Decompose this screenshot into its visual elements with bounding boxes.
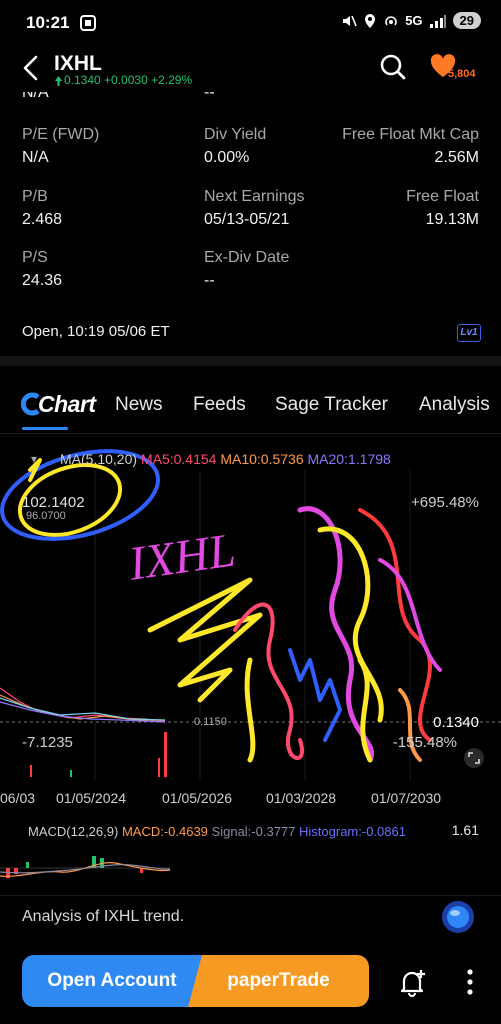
ai-assistant-icon[interactable] bbox=[441, 900, 475, 934]
ma-expand-icon[interactable]: ▾ bbox=[31, 452, 37, 466]
open-account-button[interactable]: Open Account bbox=[22, 955, 202, 1007]
signal-icon bbox=[429, 14, 446, 28]
macd-divider bbox=[0, 895, 501, 896]
div-yield-value: 0.00% bbox=[204, 149, 250, 166]
paper-trade-button[interactable]: paperTrade bbox=[188, 955, 369, 1007]
price-lines bbox=[0, 687, 166, 723]
analysis-prompt[interactable]: Analysis of IXHL trend. bbox=[22, 908, 184, 926]
ma-legend: MA(5,10,20) MA5:0.4154 MA10:0.5736 MA20:… bbox=[60, 451, 391, 467]
status-bar: 10:21 5G 29 bbox=[0, 0, 501, 44]
search-icon[interactable] bbox=[379, 53, 407, 81]
ma10-value: MA10:0.5736 bbox=[220, 451, 304, 467]
partial-mid-value: -- bbox=[204, 92, 215, 101]
div-yield-label: Div Yield bbox=[204, 126, 267, 143]
pe-label: P/E (FWD) bbox=[22, 126, 100, 143]
macd-chart bbox=[0, 856, 170, 878]
pct-high-label: +695.48% bbox=[411, 494, 479, 511]
active-tab-indicator bbox=[22, 427, 68, 430]
handwritten-annotation: IXHL bbox=[125, 523, 239, 590]
battery-indicator: 29 bbox=[452, 12, 481, 29]
location-icon bbox=[365, 13, 376, 28]
x-label-3: 01/03/2028 bbox=[266, 790, 337, 806]
stats-partial-row: N/A -- bbox=[0, 92, 501, 104]
status-indicators: 5G 29 bbox=[341, 12, 481, 29]
chart-mid-left: 0.1150 bbox=[194, 716, 227, 728]
section-divider bbox=[0, 356, 501, 366]
macd-scale: 1.61 bbox=[451, 822, 479, 838]
histogram-value: Histogram:-0.0861 bbox=[299, 824, 406, 839]
pct-low-label: -155.48% bbox=[392, 734, 457, 751]
fullscreen-icon[interactable] bbox=[463, 747, 485, 769]
ps-label: P/S bbox=[22, 249, 48, 266]
ex-div-date-value: -- bbox=[204, 272, 215, 289]
price-up-icon bbox=[55, 76, 62, 86]
free-float-label: Free Float bbox=[406, 188, 479, 205]
chart-low-value: -7.1235 bbox=[22, 734, 73, 751]
price-quote: 0.1340 +0.0030 +2.29% bbox=[64, 73, 193, 87]
x-label-4: 01/07/2030 bbox=[371, 790, 442, 806]
more-options-icon[interactable] bbox=[465, 968, 475, 996]
tab-feeds[interactable]: Feeds bbox=[193, 394, 246, 416]
add-alert-bell-icon[interactable] bbox=[398, 967, 428, 997]
free-float-mkt-cap-value: 2.56M bbox=[434, 149, 479, 166]
partial-left-value: N/A bbox=[22, 92, 49, 101]
x-label-2: 01/05/2026 bbox=[162, 790, 233, 806]
pe-value: N/A bbox=[22, 149, 49, 166]
screen-record-icon bbox=[80, 15, 96, 31]
tab-divider bbox=[0, 433, 501, 434]
ma20-value: MA20:1.1798 bbox=[307, 451, 391, 467]
network-label: 5G bbox=[405, 13, 423, 28]
next-earnings-label: Next Earnings bbox=[204, 188, 305, 205]
next-earnings-value: 05/13-05/21 bbox=[204, 211, 290, 228]
tab-news[interactable]: News bbox=[115, 394, 163, 416]
tab-sage-tracker[interactable]: Sage Tracker bbox=[275, 394, 388, 416]
pb-label: P/B bbox=[22, 188, 48, 205]
signal-value: Signal:-0.3777 bbox=[211, 824, 296, 839]
drawing-annotations bbox=[0, 449, 442, 763]
tab-chart[interactable]: Chart bbox=[38, 391, 96, 418]
status-time: 10:21 bbox=[26, 13, 70, 32]
ex-div-date-label: Ex-Div Date bbox=[204, 249, 290, 266]
mute-icon bbox=[343, 15, 357, 26]
current-price-label: 0.1340 bbox=[433, 714, 479, 731]
tab-analysis[interactable]: Analysis bbox=[419, 394, 501, 416]
x-label-0: 06/03 bbox=[0, 790, 36, 806]
chart-high-value: 102.1402 bbox=[22, 494, 85, 511]
market-status: Open, 10:19 05/06 ET bbox=[22, 323, 170, 340]
macd-value: MACD:-0.4639 bbox=[121, 824, 208, 839]
x-label-1: 01/05/2024 bbox=[56, 790, 127, 806]
hotspot-icon bbox=[385, 15, 397, 25]
free-float-mkt-cap-label: Free Float Mkt Cap bbox=[342, 126, 479, 143]
level-badge[interactable]: Lv1 bbox=[457, 324, 481, 342]
stock-header: IXHL 0.1340 +0.0030 +2.29% bbox=[0, 44, 501, 94]
ps-value: 24.36 bbox=[22, 272, 63, 289]
macd-label: MACD(12,26,9) bbox=[28, 824, 119, 839]
ma-label: MA(5,10,20) bbox=[60, 451, 138, 467]
free-float-value: 19.13M bbox=[425, 211, 479, 228]
macd-legend: MACD(12,26,9) MACD:-0.4639 Signal:-0.377… bbox=[28, 824, 406, 839]
ma5-value: MA5:0.4154 bbox=[140, 451, 217, 467]
chart-high-marker: 96.0700 bbox=[26, 510, 66, 522]
back-arrow-icon[interactable] bbox=[20, 54, 42, 82]
pb-value: 2.468 bbox=[22, 211, 63, 228]
favorite-count: 5,804 bbox=[448, 68, 476, 80]
